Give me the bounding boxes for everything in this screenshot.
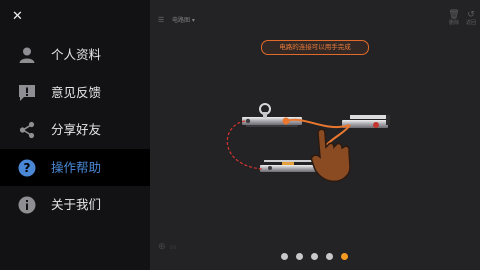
page-dot-active[interactable]	[341, 253, 348, 260]
page-dot[interactable]	[296, 253, 303, 260]
knife-switch-top[interactable]	[242, 103, 302, 127]
user-icon	[19, 47, 35, 63]
hint-bubble: 电路的连接可以用手完成	[261, 40, 369, 55]
page-dot[interactable]	[281, 253, 288, 260]
wire-dashed	[226, 120, 263, 170]
menu-item-about[interactable]: 关于我们	[0, 186, 150, 223]
close-icon[interactable]: ✕	[12, 9, 23, 25]
trash-icon: 🗑	[448, 10, 460, 20]
project-selector[interactable]: 电路图 ▾	[172, 15, 195, 24]
menu-item-share[interactable]: 分享好友	[0, 111, 150, 148]
page-indicator	[281, 253, 348, 261]
coordinate-label: 0/0	[170, 245, 177, 250]
top-toolbar	[150, 0, 480, 38]
menu-item-profile[interactable]: 个人资料	[0, 36, 150, 73]
page-dot[interactable]	[311, 253, 318, 260]
feedback-icon	[19, 85, 35, 101]
side-drawer: ✕ 个人资料 意见反馈 分享好友 ? 操作帮助 关于我们	[0, 0, 150, 270]
undo-icon: ↺	[467, 10, 475, 20]
circuit-illustration	[226, 103, 390, 183]
menu-item-help[interactable]: ? 操作帮助	[0, 149, 150, 186]
menu-icon[interactable]: ☰	[158, 16, 164, 24]
menu-item-feedback[interactable]: 意见反馈	[0, 74, 150, 111]
page-dot[interactable]	[326, 253, 333, 260]
info-icon	[18, 196, 36, 214]
svg-text:?: ?	[24, 161, 31, 175]
share-icon	[19, 121, 35, 139]
delete-button[interactable]: 🗑 删除	[446, 10, 462, 26]
help-icon: ?	[18, 159, 36, 177]
back-button[interactable]: ↺ 返回	[463, 10, 479, 26]
pointing-hand-icon	[310, 128, 351, 183]
crosshair-icon: ⊕	[158, 242, 166, 252]
